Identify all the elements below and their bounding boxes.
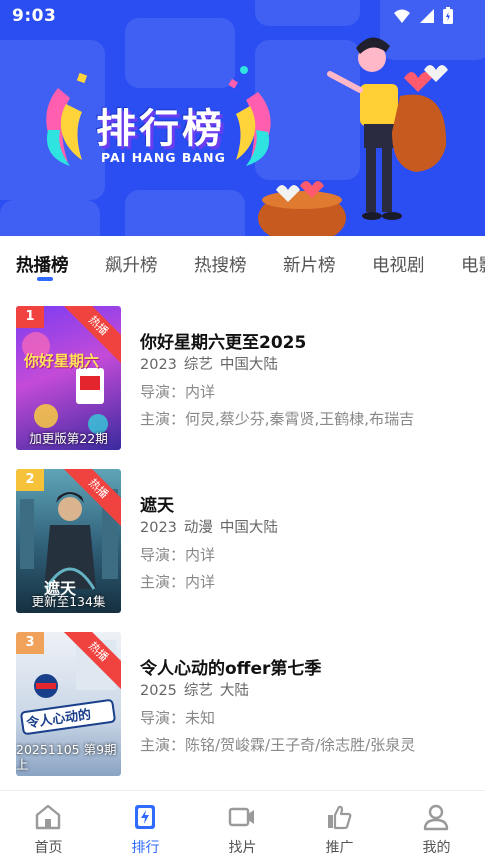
active-tab-indicator bbox=[37, 277, 53, 281]
nav-find-video[interactable]: 找片 bbox=[194, 791, 291, 862]
item-year: 2025 bbox=[140, 683, 177, 699]
item-cast: 主演：陈铭/贺峻霖/王子奇/徐志胜/张泉灵 bbox=[140, 736, 416, 754]
profile-icon bbox=[423, 804, 449, 831]
nav-label: 我的 bbox=[422, 840, 451, 856]
signal-icon bbox=[420, 8, 434, 23]
ranking-banner: 9:03 排行榜 PAI HANG BANG bbox=[0, 0, 485, 236]
nav-label: 首页 bbox=[34, 840, 63, 856]
item-genre: 动漫 bbox=[183, 520, 213, 536]
tab-new-release[interactable]: 新片榜 bbox=[283, 252, 336, 277]
item-title[interactable]: 遮天 bbox=[140, 491, 174, 516]
item-region: 中国大陆 bbox=[219, 520, 278, 536]
rank-badge: 2 bbox=[16, 469, 44, 491]
banner-title: 排行榜 bbox=[96, 106, 225, 152]
item-director: 导演：未知 bbox=[140, 709, 216, 727]
nav-profile[interactable]: 我的 bbox=[388, 791, 485, 862]
tab-tv-series[interactable]: 电视剧 bbox=[372, 252, 425, 277]
poster-caption: 20251105 第9期上 bbox=[16, 742, 117, 772]
tab-hot-search[interactable]: 热搜榜 bbox=[194, 252, 247, 277]
nav-label: 排行 bbox=[131, 840, 160, 856]
battery-icon bbox=[443, 7, 453, 24]
item-meta: 2023 动漫 中国大陆 bbox=[140, 516, 278, 537]
nav-home[interactable]: 首页 bbox=[0, 791, 97, 862]
tab-movie[interactable]: 电影 bbox=[461, 252, 485, 277]
item-title[interactable]: 你好星期六更至2025 bbox=[140, 328, 306, 353]
item-meta: 2023 综艺 中国大陆 bbox=[140, 353, 278, 374]
item-genre: 综艺 bbox=[183, 683, 213, 699]
thumbs-up-icon bbox=[328, 805, 352, 830]
item-genre: 综艺 bbox=[183, 357, 213, 373]
banner-illustration bbox=[46, 37, 448, 236]
list-item[interactable]: 遮天 2 热播 更新至134集 遮天 2023 动漫 中国大陆 导演：内详 主演：内… bbox=[0, 469, 485, 615]
ranking-tabs: 热播榜 飙升榜 热搜榜 新片榜 电视剧 电影 bbox=[0, 236, 485, 288]
item-cast: 主演：何炅,蔡少芬,秦霄贤,王鹤棣,布瑞吉 bbox=[140, 410, 415, 428]
nav-promote[interactable]: 推广 bbox=[291, 791, 388, 862]
item-meta: 2025 综艺 大陆 bbox=[140, 679, 249, 700]
rank-badge: 1 bbox=[16, 306, 44, 328]
nav-ranking[interactable]: 排行 bbox=[97, 791, 194, 862]
item-region: 中国大陆 bbox=[219, 357, 278, 373]
poster-image[interactable]: 令人心动的 3 热播 20251105 第9期上 bbox=[16, 632, 121, 776]
status-time: 9:03 bbox=[12, 6, 57, 26]
bottom-nav: 首页 排行 找片 推广 我的 bbox=[0, 790, 485, 862]
tab-hot-play[interactable]: 热播榜 bbox=[16, 252, 69, 277]
item-year: 2023 bbox=[140, 520, 177, 536]
poster-logo: 你好星期六 bbox=[24, 352, 100, 370]
banner-subtitle: PAI HANG BANG bbox=[101, 150, 226, 165]
list-item[interactable]: 你好星期六 1 热播 加更版第22期 你好星期六更至2025 2023 综艺 中国大… bbox=[0, 306, 485, 452]
nav-label: 找片 bbox=[228, 840, 257, 856]
wifi-icon bbox=[394, 9, 410, 23]
video-camera-icon bbox=[228, 807, 254, 827]
poster-image[interactable]: 你好星期六 1 热播 加更版第22期 bbox=[16, 306, 121, 450]
poster-image[interactable]: 遮天 2 热播 更新至134集 bbox=[16, 469, 121, 613]
item-title[interactable]: 令人心动的offer第七季 bbox=[140, 654, 321, 679]
ranking-icon bbox=[135, 805, 155, 829]
list-item[interactable]: 令人心动的 3 热播 20251105 第9期上 令人心动的offer第七季 2… bbox=[0, 632, 485, 778]
poster-caption: 更新至134集 bbox=[31, 594, 106, 609]
nav-label: 推广 bbox=[325, 840, 354, 856]
item-region: 大陆 bbox=[219, 683, 249, 699]
poster-caption: 加更版第22期 bbox=[29, 431, 108, 446]
item-director: 导演：内详 bbox=[140, 383, 216, 401]
rank-badge: 3 bbox=[16, 632, 44, 654]
item-cast: 主演：内详 bbox=[140, 573, 216, 591]
status-bar: 9:03 bbox=[0, 0, 485, 34]
item-year: 2023 bbox=[140, 357, 177, 373]
tab-rising[interactable]: 飙升榜 bbox=[105, 252, 158, 277]
item-director: 导演：内详 bbox=[140, 546, 216, 564]
home-icon bbox=[35, 804, 61, 830]
